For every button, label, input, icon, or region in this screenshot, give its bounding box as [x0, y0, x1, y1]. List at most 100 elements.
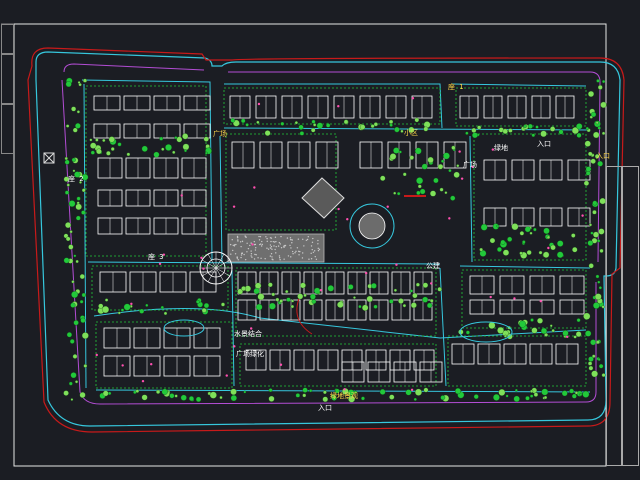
plaza-paving [301, 257, 304, 259]
tree-symbol-icon [409, 155, 414, 160]
green-area [235, 267, 437, 337]
tree-symbol-icon [279, 299, 284, 303]
tree-symbol-icon [595, 121, 599, 125]
plaza-paving [307, 235, 309, 238]
flower-symbol [253, 186, 256, 189]
tree-symbol-icon [535, 125, 539, 129]
diamond-plaza [301, 177, 345, 219]
tree-symbol-icon [569, 388, 575, 394]
tree-symbol-icon [583, 180, 590, 186]
tree-symbol-icon [255, 303, 263, 311]
tree-symbol-icon [576, 318, 581, 323]
tree-symbol-icon [327, 285, 335, 292]
tree-symbol-icon [141, 145, 148, 152]
tree-symbol-icon [507, 236, 513, 242]
tree-symbol-icon [70, 398, 74, 401]
tree-symbol-icon [309, 389, 313, 393]
flower-symbol [337, 207, 340, 211]
plaza-paving [278, 241, 281, 244]
tree-symbol-icon [598, 228, 605, 235]
plaza-paving [229, 243, 232, 246]
tree-symbol-icon [195, 396, 202, 403]
plaza-paving [298, 250, 300, 253]
tree-symbol-icon [366, 295, 373, 303]
plaza-paving [279, 243, 282, 245]
tree-symbol-icon [396, 191, 401, 196]
tree-symbol-icon [542, 251, 550, 258]
tree-symbol-icon [299, 131, 305, 136]
tree-symbol-icon [291, 299, 295, 303]
inner-road [459, 265, 591, 269]
tree-symbol-icon [587, 90, 595, 97]
tree-symbol-icon [588, 151, 593, 157]
tree-symbol-icon [601, 305, 605, 309]
tree-symbol-icon [353, 296, 356, 299]
tree-symbol-icon [579, 393, 583, 397]
tree-symbol-icon [440, 395, 446, 401]
tree-symbol-icon [161, 147, 165, 151]
plaza-paving [258, 239, 261, 241]
plaza-paving [290, 256, 292, 258]
flower-symbol [279, 363, 283, 366]
tree-symbol-icon [590, 231, 594, 235]
tree-symbol-icon [163, 311, 168, 316]
tree-symbol-icon [71, 291, 79, 299]
tree-symbol-icon [313, 287, 321, 294]
tree-symbol-icon [398, 150, 402, 154]
plaza-paving [291, 242, 293, 244]
tree-symbol-icon [451, 145, 456, 150]
tree-symbol-icon [73, 254, 77, 258]
flower-symbol [202, 267, 205, 270]
tree-symbol-icon [540, 130, 547, 138]
tree-symbol-icon [379, 389, 386, 395]
tree-symbol-icon [533, 227, 537, 232]
plaza-paving [280, 246, 283, 249]
flower-symbol [458, 150, 461, 153]
green-area [455, 87, 587, 127]
tree-symbol-icon [419, 188, 426, 195]
plaza-paving [289, 238, 292, 241]
tree-symbol-icon [592, 210, 597, 215]
plaza-paving [241, 252, 243, 254]
tree-symbol-icon [592, 231, 600, 238]
tree-symbol-icon [78, 83, 82, 87]
tree-symbol-icon [303, 293, 307, 297]
tree-symbol-icon [230, 394, 237, 402]
tree-symbol-icon [107, 391, 112, 396]
flower-symbol [141, 379, 145, 383]
tree-symbol-icon [361, 304, 369, 311]
left-strip-cell [1, 54, 14, 104]
tree-symbol-icon [493, 394, 500, 401]
tree-symbol-icon [427, 156, 434, 164]
plaza-paving [275, 240, 277, 243]
tree-symbol-icon [543, 395, 548, 400]
flower-symbol [547, 246, 550, 250]
tree-symbol-icon [511, 223, 519, 231]
tree-symbol-icon [79, 274, 85, 280]
plaza-paving [240, 245, 242, 248]
tree-symbol-icon [465, 131, 469, 135]
tree-symbol-icon [188, 396, 194, 402]
inner-road [439, 267, 447, 387]
tree-symbol-icon [63, 257, 70, 264]
tree-symbol-icon [389, 153, 397, 160]
plaza-paving [294, 252, 296, 254]
tree-symbol-icon [172, 150, 176, 154]
plaza-paving [254, 249, 257, 251]
flower-symbol [364, 271, 368, 275]
tree-symbol-icon [75, 123, 81, 129]
tree-symbol-icon [70, 302, 76, 308]
tree-symbol-icon [76, 110, 80, 114]
plaza-paving [292, 252, 294, 255]
tree-symbol-icon [195, 299, 200, 304]
site-label: 入口 [537, 140, 551, 148]
tree-symbol-icon [316, 122, 324, 129]
plaza-paving [312, 251, 315, 253]
tree-symbol-icon [298, 124, 304, 130]
flower-symbol [158, 262, 162, 266]
tree-symbol-icon [241, 118, 246, 123]
tree-symbol-icon [433, 177, 439, 184]
tree-symbol-icon [71, 157, 76, 162]
tree-symbol-icon [412, 292, 418, 299]
tree-symbol-icon [268, 395, 275, 402]
